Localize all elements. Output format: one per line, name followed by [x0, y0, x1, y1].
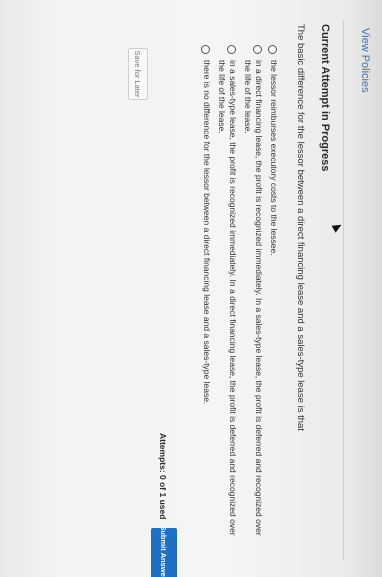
- view-policies-link[interactable]: View Policies: [359, 28, 371, 93]
- answer-option-1[interactable]: the lessor reimburses executory costs to…: [268, 45, 279, 545]
- answer-option-label: the lessor reimburses executory costs to…: [269, 60, 279, 256]
- answer-option-label: in a sales-type lease, the profit is rec…: [217, 60, 238, 536]
- answer-options: the lessor reimburses executory costs to…: [197, 45, 279, 545]
- answer-option-2[interactable]: in a direct financing lease, the profit …: [242, 45, 264, 545]
- radio-button[interactable]: [201, 45, 210, 54]
- header-divider: [343, 20, 344, 560]
- answer-option-label: there is no difference for the lessor be…: [202, 60, 212, 405]
- radio-button[interactable]: [253, 45, 262, 54]
- mouse-cursor-icon: [331, 221, 344, 233]
- submit-answer-button[interactable]: Submit Answer: [151, 528, 177, 577]
- question-text: The basic difference for the lessor betw…: [295, 24, 306, 431]
- answer-option-3[interactable]: in a sales-type lease, the profit is rec…: [216, 45, 238, 545]
- attempt-title: Current Attempt in Progress: [319, 24, 331, 172]
- attempts-counter: Attempts: 0 of 1 used: [158, 433, 168, 520]
- radio-button[interactable]: [268, 45, 277, 54]
- radio-button[interactable]: [227, 45, 236, 54]
- answer-option-4[interactable]: there is no difference for the lessor be…: [201, 45, 212, 545]
- quiz-page: View Policies Current Attempt in Progres…: [0, 0, 382, 577]
- answer-option-label: in a direct financing lease, the profit …: [243, 60, 264, 536]
- save-for-later-button[interactable]: Save for Later: [128, 48, 148, 100]
